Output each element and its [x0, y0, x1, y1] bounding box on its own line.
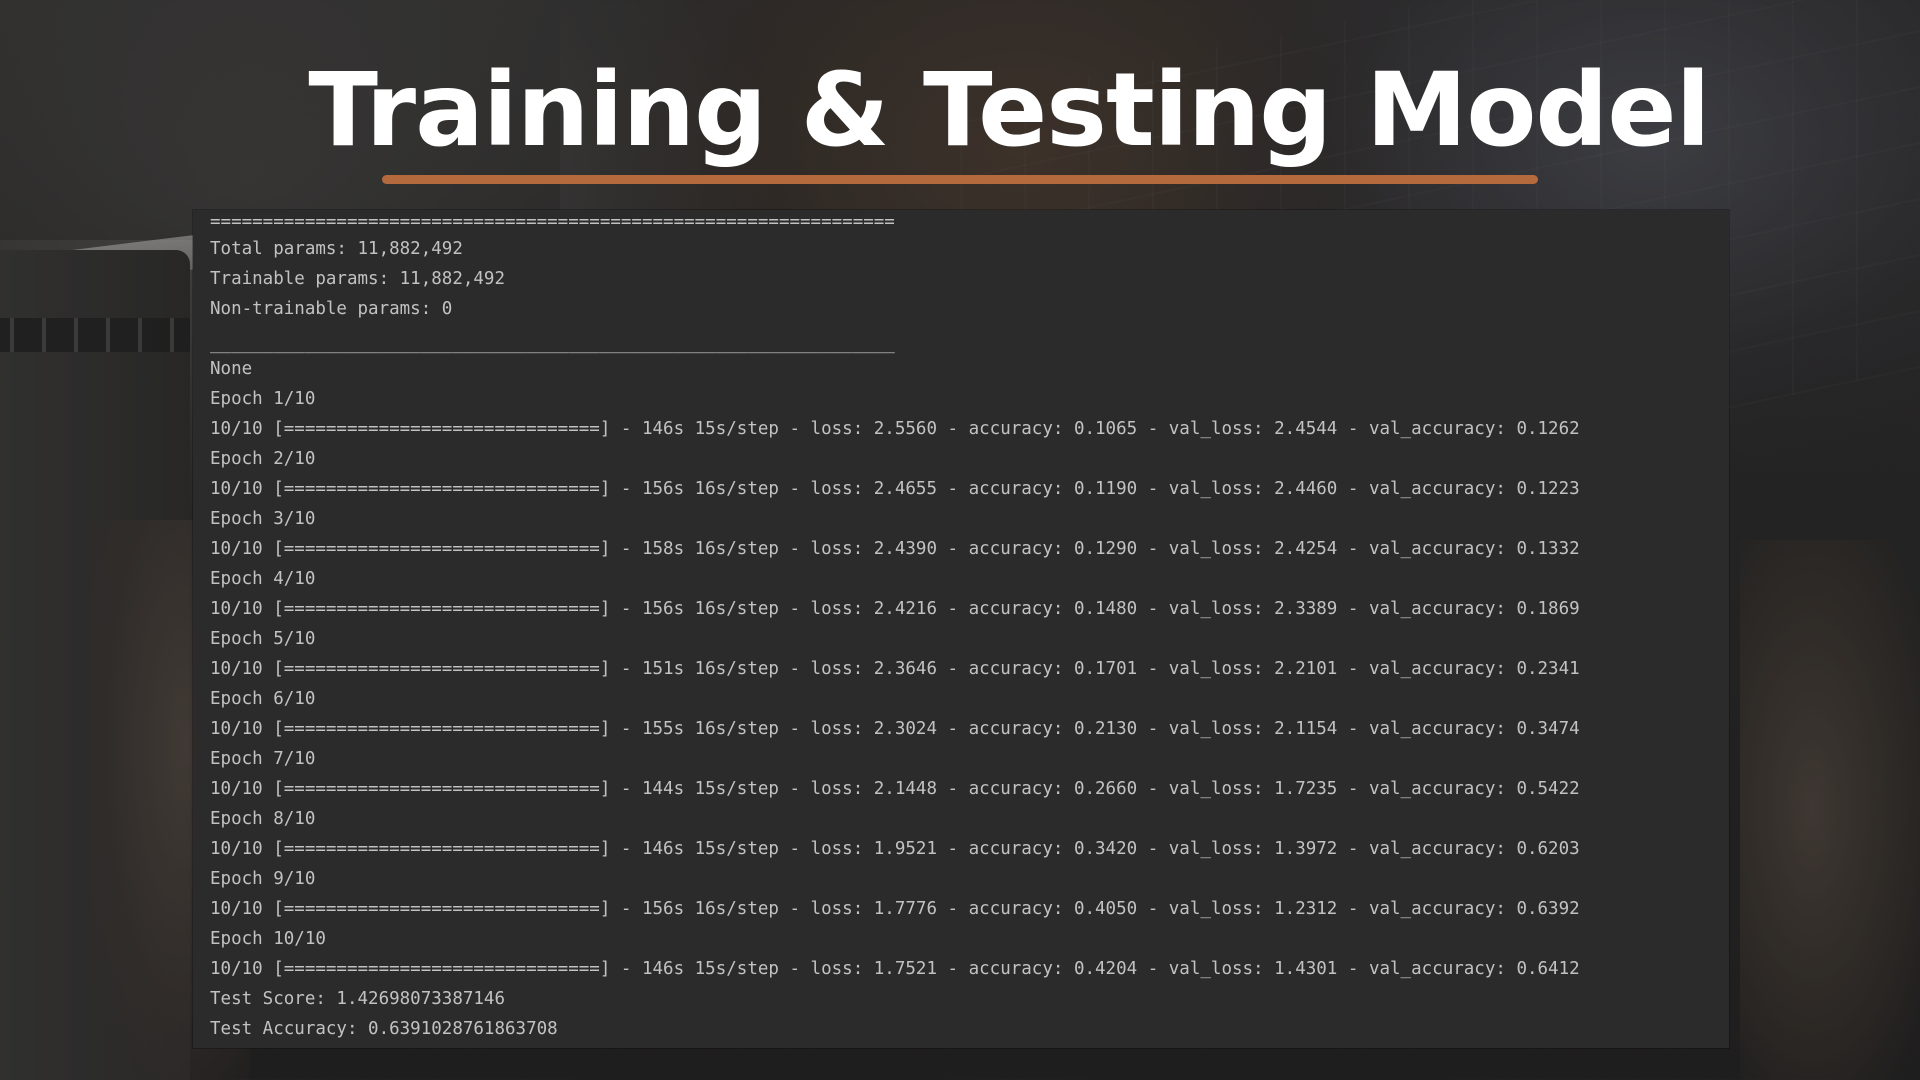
title-underline: [382, 175, 1538, 184]
epoch-progress-line: 10/10 [==============================] -…: [210, 779, 1580, 799]
epoch-header: Epoch 2/10: [210, 449, 316, 469]
console-output-panel: ========================================…: [193, 210, 1729, 1048]
epoch-header: Epoch 3/10: [210, 509, 316, 529]
separator-line-bottom: ________________________________________…: [210, 334, 895, 354]
epoch-progress-line: 10/10 [==============================] -…: [210, 419, 1580, 439]
epoch-progress-line: 10/10 [==============================] -…: [210, 599, 1580, 619]
epoch-progress-line: 10/10 [==============================] -…: [210, 539, 1580, 559]
epoch-progress-line: 10/10 [==============================] -…: [210, 719, 1580, 739]
epoch-header: Epoch 9/10: [210, 869, 316, 889]
trainable-params-line: Trainable params: 11,882,492: [210, 269, 506, 289]
epoch-header: Epoch 10/10: [210, 929, 326, 949]
epoch-progress-line: 10/10 [==============================] -…: [210, 959, 1580, 979]
epoch-header: Epoch 8/10: [210, 809, 316, 829]
non-trainable-params-line: Non-trainable params: 0: [210, 299, 453, 319]
epoch-header: Epoch 5/10: [210, 629, 316, 649]
separator-line-top: ========================================…: [210, 212, 895, 232]
epoch-progress-line: 10/10 [==============================] -…: [210, 659, 1580, 679]
epoch-header: Epoch 1/10: [210, 389, 316, 409]
epoch-header: Epoch 6/10: [210, 689, 316, 709]
epoch-progress-line: 10/10 [==============================] -…: [210, 839, 1580, 859]
test-accuracy-line: Test Accuracy: 0.6391028761863708: [210, 1019, 558, 1039]
slide-title: Training & Testing Model: [308, 51, 1710, 170]
total-params-line: Total params: 11,882,492: [210, 239, 463, 259]
test-score-line: Test Score: 1.42698073387146: [210, 989, 506, 1009]
none-line: None: [210, 359, 253, 379]
epoch-header: Epoch 4/10: [210, 569, 316, 589]
epoch-progress-line: 10/10 [==============================] -…: [210, 479, 1580, 499]
epoch-header: Epoch 7/10: [210, 749, 316, 769]
epoch-progress-line: 10/10 [==============================] -…: [210, 899, 1580, 919]
console-lines: ========================================…: [210, 210, 1720, 1039]
